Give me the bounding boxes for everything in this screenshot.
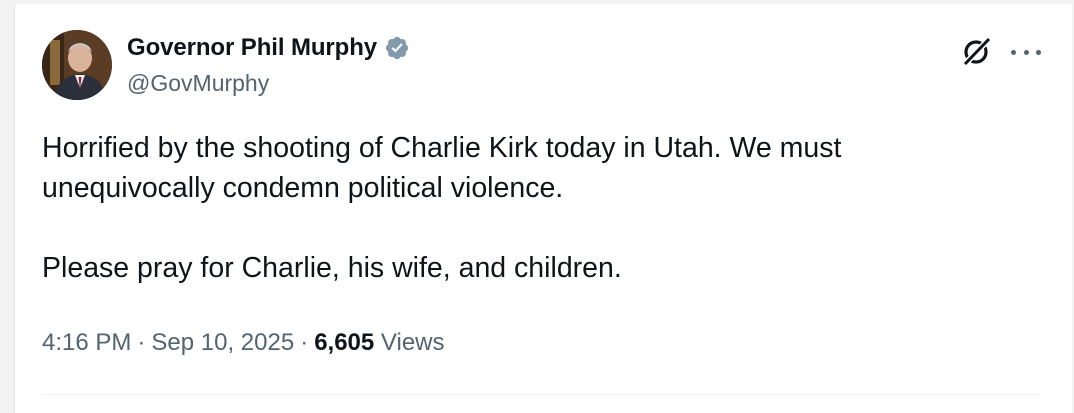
more-options-icon[interactable] bbox=[1011, 38, 1041, 66]
tweet-meta: 4:16 PM · Sep 10, 2025 · 6,605 Views bbox=[42, 329, 445, 357]
views-label[interactable]: Views bbox=[381, 329, 445, 356]
divider bbox=[42, 394, 1040, 395]
tweet-paragraph: Please pray for Charlie, his wife, and c… bbox=[42, 252, 622, 284]
views-count: 6,605 bbox=[314, 329, 375, 356]
tweet-card: Governor Phil Murphy @GovMurphy Horrifie… bbox=[14, 4, 1072, 413]
author-handle[interactable]: @GovMurphy bbox=[127, 70, 269, 97]
verified-badge-icon[interactable] bbox=[384, 35, 410, 61]
tweet-paragraph: Horrified by the shooting of Charlie Kir… bbox=[42, 132, 842, 204]
tweet-date[interactable]: Sep 10, 2025 bbox=[151, 329, 294, 356]
meta-separator: · bbox=[137, 329, 146, 356]
tweet-text: Horrified by the shooting of Charlie Kir… bbox=[42, 128, 942, 288]
more-dot-icon bbox=[1023, 49, 1029, 55]
more-dot-icon bbox=[1036, 49, 1041, 55]
tweet-time[interactable]: 4:16 PM bbox=[42, 329, 131, 356]
grok-icon[interactable] bbox=[960, 34, 994, 68]
avatar[interactable] bbox=[42, 30, 112, 100]
author-name-row: Governor Phil Murphy bbox=[127, 32, 410, 64]
avatar-portrait-icon bbox=[42, 30, 112, 100]
more-dot-icon bbox=[1011, 49, 1016, 55]
display-name[interactable]: Governor Phil Murphy bbox=[127, 34, 377, 62]
meta-separator: · bbox=[300, 329, 309, 356]
